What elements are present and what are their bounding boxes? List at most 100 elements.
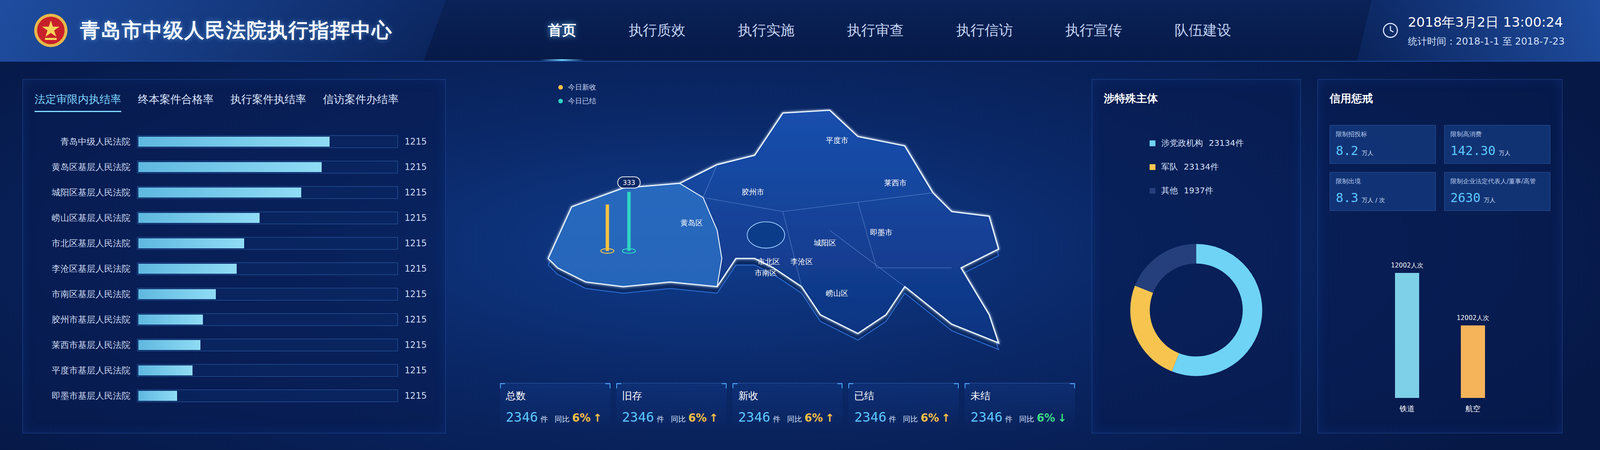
- nav-item[interactable]: 执行信访: [956, 0, 1013, 61]
- stat-value: 2346: [505, 409, 538, 425]
- card-label: 限制招投标: [1335, 130, 1430, 139]
- district-label[interactable]: 市北区: [757, 257, 780, 266]
- court-name: 胶州市基层人民法院: [34, 313, 131, 326]
- ranking-row[interactable]: 莱西市基层人民法院1215: [34, 332, 434, 358]
- page-title: 青岛市中级人民法院执行指挥中心: [80, 17, 393, 44]
- ranking-tab[interactable]: 终本案件合格率: [137, 88, 214, 113]
- bar[interactable]: [1395, 272, 1420, 398]
- map-pin[interactable]: [600, 204, 615, 254]
- stat-card: 旧存2346件同比6%↑: [616, 382, 727, 434]
- main-nav: 首页执行质效执行实施执行审查执行信访执行宣传队伍建设: [445, 0, 1358, 61]
- district-label[interactable]: 平度市: [825, 135, 849, 145]
- current-datetime: 2018年3月2日 13:00:24: [1407, 13, 1565, 32]
- legend-item: 今日已结: [558, 96, 1075, 106]
- bar-value: 12002人次: [1390, 261, 1424, 270]
- court-name: 黄岛区基层人民法院: [34, 161, 131, 173]
- ranking-row[interactable]: 李沧区基层人民法院1215: [34, 255, 434, 282]
- map-land: [548, 110, 999, 343]
- svg-text:333: 333: [622, 178, 635, 187]
- bar-track: [137, 211, 398, 225]
- nav-item[interactable]: 执行质效: [628, 0, 686, 61]
- map-pin[interactable]: 333: [617, 176, 640, 254]
- donut-segment[interactable]: [1140, 253, 1253, 367]
- district-label[interactable]: 李沧区: [790, 257, 813, 266]
- card-value-line: 142.30万人: [1450, 143, 1545, 158]
- card-value: 8.2: [1335, 143, 1359, 158]
- bar-fill: [138, 136, 330, 147]
- statistics-period: 统计时间：2018-1-1 至 2018-7-23: [1407, 35, 1565, 48]
- district-label[interactable]: 即墨市: [870, 227, 893, 237]
- legend-swatch: [1149, 140, 1156, 147]
- nav-item[interactable]: 执行实施: [737, 0, 795, 61]
- stat-compare: 同比: [670, 414, 686, 425]
- district-boundary: [702, 192, 933, 212]
- bar-fill: [138, 162, 322, 173]
- jiaozhou-bay: [747, 221, 785, 248]
- district-label[interactable]: 莱西市: [884, 178, 907, 188]
- district-label[interactable]: 胶州市: [741, 187, 765, 197]
- nav-item[interactable]: 执行审查: [847, 0, 904, 61]
- ranking-tab[interactable]: 法定审限内执结率: [34, 88, 122, 113]
- ranking-row[interactable]: 崂山区基层人民法院1215: [34, 205, 434, 231]
- ranking-tab[interactable]: 执行案件执结率: [230, 88, 307, 113]
- ranking-row[interactable]: 青岛中级人民法院1215: [34, 128, 434, 155]
- ranking-tab[interactable]: 信访案件办结率: [322, 88, 399, 113]
- bar-fill: [138, 314, 203, 325]
- row-value: 1215: [404, 390, 434, 401]
- district-boundary: [829, 230, 905, 287]
- district-label[interactable]: 市南区: [754, 268, 778, 278]
- ranking-row[interactable]: 胶州市基层人民法院1215: [34, 306, 434, 333]
- legend-dot: [558, 85, 563, 90]
- legend-label: 其他: [1161, 185, 1178, 197]
- district-label[interactable]: 黄岛区: [680, 218, 703, 228]
- stat-line: 2346件同比6%↑: [738, 409, 838, 425]
- card-label: 限制高消费: [1450, 130, 1545, 139]
- row-value: 1215: [404, 212, 434, 223]
- court-name: 莱西市基层人民法院: [34, 339, 131, 351]
- ranking-row[interactable]: 市南区基层人民法院1215: [34, 281, 434, 307]
- bar-fill: [138, 263, 237, 274]
- bar-fill: [138, 187, 302, 198]
- card-value-line: 2630万人: [1450, 190, 1545, 205]
- district-label[interactable]: 崂山区: [825, 288, 849, 298]
- legend-item: 军队23134件: [1149, 161, 1289, 173]
- card-value: 8.3: [1335, 190, 1359, 205]
- row-value: 1215: [404, 162, 434, 173]
- date-text: 2018年3月2日 13:00:24 统计时间：2018-1-1 至 2018-7…: [1407, 13, 1565, 48]
- legend-item: 涉党政机构23134件: [1149, 137, 1289, 149]
- district-boundary: [782, 211, 802, 287]
- ranking-row[interactable]: 平度市基层人民法院1215: [34, 357, 434, 383]
- nav-item[interactable]: 执行宣传: [1065, 0, 1123, 61]
- pin-badge: 333: [617, 176, 640, 188]
- row-value: 1215: [404, 187, 434, 198]
- trend-arrow-icon: ↑: [941, 411, 951, 425]
- court-name: 青岛中级人民法院: [34, 135, 131, 148]
- court-name: 即墨市基层人民法院: [34, 390, 131, 402]
- district-label[interactable]: 城阳区: [813, 238, 837, 248]
- ranking-row[interactable]: 市北区基层人民法院1215: [34, 230, 434, 256]
- stat-title: 已结: [854, 389, 953, 403]
- ranking-row[interactable]: 城阳区基层人民法院1215: [34, 179, 434, 205]
- stat-change: 6%: [1036, 411, 1055, 425]
- card-unit: 万人 / 次: [1361, 196, 1385, 205]
- credit-panel: 信用惩戒限制招投标8.2万人限制高消费142.30万人限制出境8.3万人 / 次…: [1317, 79, 1563, 434]
- donut-legend: 涉党政机构23134件军队23134件其他1937件: [1149, 137, 1289, 197]
- bar-track: [137, 338, 398, 352]
- stat-value: 2346: [854, 409, 887, 425]
- card-unit: 万人: [1361, 149, 1374, 158]
- donut-segment[interactable]: [1140, 253, 1253, 367]
- ranking-row[interactable]: 黄岛区基层人民法院 1215: [34, 154, 434, 180]
- ranking-row[interactable]: 即墨市基层人民法院 1215: [34, 382, 434, 409]
- bar-label: 航空: [1465, 403, 1481, 414]
- bar-track: [137, 135, 398, 148]
- donut-segment[interactable]: [1140, 253, 1253, 367]
- nav-item[interactable]: 队伍建设: [1174, 0, 1232, 61]
- huangdao-region[interactable]: [548, 183, 723, 287]
- bar[interactable]: [1460, 325, 1485, 398]
- nav-item[interactable]: 首页: [547, 0, 577, 61]
- card-value: 2630: [1450, 190, 1481, 205]
- credit-card: 限制招投标 8.2万人: [1329, 125, 1436, 164]
- card-value-line: 8.2万人: [1335, 143, 1430, 158]
- ranking-list: 青岛中级人民法院1215黄岛区基层人民法院1215城阳区基层人民法院1215崂山…: [34, 128, 434, 409]
- stat-card: 已结2346件同比6%↑: [848, 382, 959, 434]
